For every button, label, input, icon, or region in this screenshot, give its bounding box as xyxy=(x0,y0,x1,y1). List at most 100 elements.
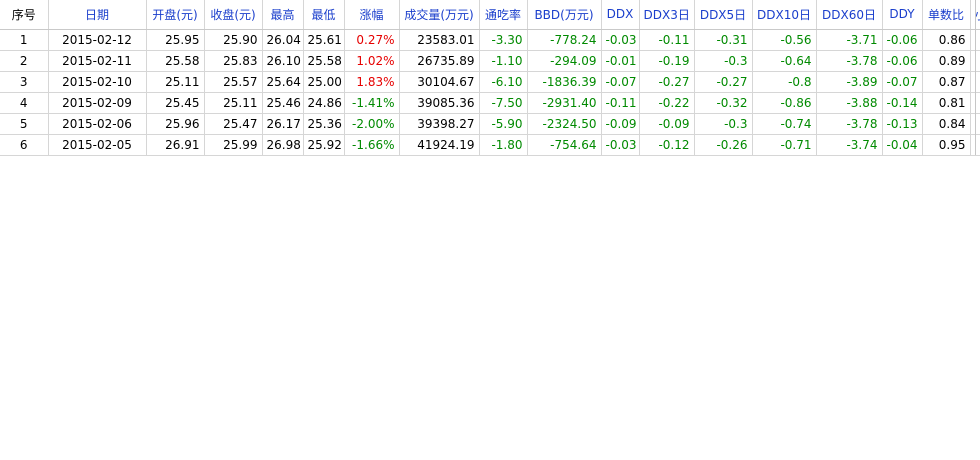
column-header-low[interactable]: 最低 xyxy=(303,0,345,30)
cell-ddx10: -0.56 xyxy=(752,29,817,51)
cell-bbd: -778.24 xyxy=(527,29,602,51)
cell-tunchi: -1.10 xyxy=(479,50,528,72)
cell-bbd: -754.64 xyxy=(527,134,602,156)
column-header-date[interactable]: 日期 xyxy=(48,0,147,30)
column-header-bbd[interactable]: BBD(万元) xyxy=(527,0,602,30)
cell-ddx: -0.01 xyxy=(601,50,640,72)
cell-tunchi: -6.10 xyxy=(479,71,528,93)
column-header-open[interactable]: 开盘(元) xyxy=(146,0,205,30)
cell-ddx10: -0.64 xyxy=(752,50,817,72)
cell-open: 26.91 xyxy=(146,134,205,156)
cell-change: -1.41% xyxy=(344,92,400,114)
cell-volume: 39398.27 xyxy=(399,113,480,135)
column-header-volume[interactable]: 成交量(万元) xyxy=(399,0,480,30)
table-body: 1 2015-02-12 25.95 25.90 26.04 25.61 0.27% 2358… xyxy=(0,29,980,156)
cell-ddy: -0.06 xyxy=(882,29,923,51)
cell-volume: 26735.89 xyxy=(399,50,480,72)
cell-ddx10: -0.8 xyxy=(752,71,817,93)
cell-high: 26.17 xyxy=(262,113,304,135)
cell-open: 25.45 xyxy=(146,92,205,114)
cell-ratio: 0.95 xyxy=(922,134,971,156)
column-header-ddx60[interactable]: DDX60日 xyxy=(816,0,883,30)
table-row[interactable]: 4 2015-02-09 25.45 25.11 25.46 24.86 -1.41% 390… xyxy=(0,92,980,114)
cell-ratio: 0.86 xyxy=(922,29,971,51)
cell-volume: 39085.36 xyxy=(399,92,480,114)
cell-tunchi: -7.50 xyxy=(479,92,528,114)
cell-low: 25.61 xyxy=(303,29,345,51)
cell-ddx60: -3.89 xyxy=(816,71,883,93)
cell-ddx5: -0.3 xyxy=(694,50,753,72)
column-header-close[interactable]: 收盘(元) xyxy=(204,0,263,30)
cell-ddx: -0.07 xyxy=(601,71,640,93)
column-header-ratio[interactable]: 单数比 xyxy=(922,0,971,30)
cell-ddy: -0.14 xyxy=(882,92,923,114)
cell-ddx3: -0.09 xyxy=(639,113,695,135)
cell-date: 2015-02-05 xyxy=(48,134,147,156)
cell-close: 25.11 xyxy=(204,92,263,114)
table-row[interactable]: 6 2015-02-05 26.91 25.99 26.98 25.92 -1.66% 419… xyxy=(0,134,980,156)
cell-ddx3: -0.19 xyxy=(639,50,695,72)
table-row[interactable]: 1 2015-02-12 25.95 25.90 26.04 25.61 0.27% 2358… xyxy=(0,29,980,51)
cell-ddx10: -0.86 xyxy=(752,92,817,114)
column-header-ddx[interactable]: DDX xyxy=(601,0,640,30)
table-row[interactable]: 5 2015-02-06 25.96 25.47 26.17 25.36 -2.00% 393… xyxy=(0,113,980,135)
cell-ddx: -0.03 xyxy=(601,134,640,156)
cell-date: 2015-02-12 xyxy=(48,29,147,51)
cell-volume: 41924.19 xyxy=(399,134,480,156)
cell-tunchi: -3.30 xyxy=(479,29,528,51)
cell-date: 2015-02-09 xyxy=(48,92,147,114)
cell-close: 25.47 xyxy=(204,113,263,135)
column-header-high[interactable]: 最高 xyxy=(262,0,304,30)
cell-ddx60: -3.78 xyxy=(816,50,883,72)
cell-low: 25.00 xyxy=(303,71,345,93)
cell-high: 25.64 xyxy=(262,71,304,93)
cell-high: 26.04 xyxy=(262,29,304,51)
table-row[interactable]: 3 2015-02-10 25.11 25.57 25.64 25.00 1.83% 3010… xyxy=(0,71,980,93)
cell-ddy: -0.07 xyxy=(882,71,923,93)
cell-change: 1.02% xyxy=(344,50,400,72)
cell-idx: 5 xyxy=(0,113,49,135)
cell-bbd: -1836.39 xyxy=(527,71,602,93)
cell-ddx5: -0.26 xyxy=(694,134,753,156)
cell-ratio: 0.87 xyxy=(922,71,971,93)
column-header-idx[interactable]: 序号 xyxy=(0,0,49,30)
cell-close: 25.99 xyxy=(204,134,263,156)
cell-tunchi: -5.90 xyxy=(479,113,528,135)
cell-ddy: -0.06 xyxy=(882,50,923,72)
cell-ddx3: -0.22 xyxy=(639,92,695,114)
cell-tunchi: -1.80 xyxy=(479,134,528,156)
cell-close: 25.57 xyxy=(204,71,263,93)
column-header-ddx10[interactable]: DDX10日 xyxy=(752,0,817,30)
cell-open: 25.96 xyxy=(146,113,205,135)
cell-low: 25.92 xyxy=(303,134,345,156)
cell-idx: 1 xyxy=(0,29,49,51)
cell-volume: 30104.67 xyxy=(399,71,480,93)
cell-ddx3: -0.27 xyxy=(639,71,695,93)
cell-ddx60: -3.88 xyxy=(816,92,883,114)
cell-date: 2015-02-06 xyxy=(48,113,147,135)
cell-open: 25.95 xyxy=(146,29,205,51)
cell-ratio: 0.84 xyxy=(922,113,971,135)
cell-close: 25.83 xyxy=(204,50,263,72)
column-header-ddx3[interactable]: DDX3日 xyxy=(639,0,695,30)
cell-ddx5: -0.27 xyxy=(694,71,753,93)
cell-ddx5: -0.3 xyxy=(694,113,753,135)
cell-low: 25.58 xyxy=(303,50,345,72)
cell-change: 0.27% xyxy=(344,29,400,51)
cell-change: -2.00% xyxy=(344,113,400,135)
cell-ddx60: -3.78 xyxy=(816,113,883,135)
cell-ratio: 0.89 xyxy=(922,50,971,72)
cell-ddx60: -3.71 xyxy=(816,29,883,51)
cell-ddx: -0.11 xyxy=(601,92,640,114)
column-header-change[interactable]: 涨幅 xyxy=(344,0,400,30)
cell-idx: 2 xyxy=(0,50,49,72)
column-header-tunchi[interactable]: 通吃率 xyxy=(479,0,528,30)
cell-high: 25.46 xyxy=(262,92,304,114)
cell-high: 26.98 xyxy=(262,134,304,156)
cell-ddy: -0.13 xyxy=(882,113,923,135)
table-header-row: 序号 日期 开盘(元) 收盘(元) 最高 最低 涨幅 成交量(万元) 通吃率 BBD(万元) DDX… xyxy=(0,0,980,30)
cell-ddx5: -0.32 xyxy=(694,92,753,114)
column-header-ddx5[interactable]: DDX5日 xyxy=(694,0,753,30)
table-row[interactable]: 2 2015-02-11 25.58 25.83 26.10 25.58 1.02% 2673… xyxy=(0,50,980,72)
column-header-ddy[interactable]: DDY xyxy=(882,0,923,30)
